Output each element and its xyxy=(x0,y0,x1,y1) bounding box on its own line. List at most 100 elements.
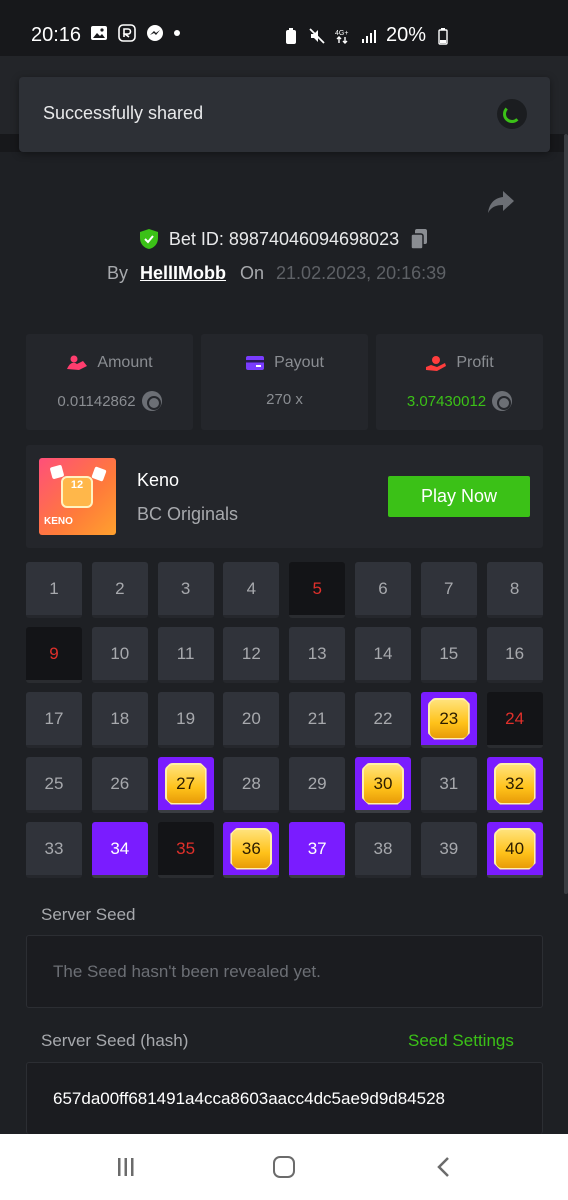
keno-cell: 36 xyxy=(223,822,280,878)
status-right: 4G+ 20% xyxy=(282,24,452,47)
keno-cell: 5 xyxy=(289,562,346,618)
keno-cell: 12 xyxy=(223,627,280,683)
verified-shield-icon xyxy=(139,229,158,249)
keno-number: 28 xyxy=(241,773,261,793)
battery-icon xyxy=(438,27,448,45)
toast-message: Successfully shared xyxy=(43,103,204,123)
recent-apps-icon[interactable] xyxy=(116,1157,136,1177)
more-notifications-dot xyxy=(174,30,180,36)
keno-number: 6 xyxy=(378,578,388,598)
svg-text:4G+: 4G+ xyxy=(335,30,348,37)
keno-cell: 14 xyxy=(354,627,411,683)
keno-cell: 2 xyxy=(91,562,148,618)
keno-cell: 29 xyxy=(289,757,346,813)
profit-stat: Profit 3.07430012 xyxy=(376,334,543,430)
keno-grid: 1 2 3 4 5 6 7 8 9 10 11 12 13 14 15 16 17 18 19 20 21 22 23 24 2… xyxy=(26,562,543,878)
keno-cell: 27 xyxy=(157,757,214,813)
keno-number: 16 xyxy=(505,643,525,663)
game-provider: BC Originals xyxy=(137,504,239,524)
back-icon[interactable] xyxy=(436,1156,450,1178)
gem-icon: 32 xyxy=(493,762,536,805)
keno-number: 8 xyxy=(509,578,520,598)
keno-cell: 24 xyxy=(486,692,543,748)
keno-number: 5 xyxy=(312,578,322,598)
keno-number: 37 xyxy=(307,838,327,858)
keno-thumbnail[interactable]: 12 KENO xyxy=(39,458,116,535)
keno-cell: 17 xyxy=(26,692,82,748)
keno-cell: 28 xyxy=(223,757,280,813)
bet-meta: By HellIMobb On 21.02.2023, 20:16:39 xyxy=(107,263,446,284)
keno-number: 35 xyxy=(176,838,196,858)
server-seed-hash-label: Server Seed (hash) xyxy=(41,1031,189,1050)
keno-cell: 31 xyxy=(420,757,477,813)
keno-number: 19 xyxy=(176,708,196,728)
keno-number: 12 xyxy=(241,643,261,663)
amount-value: 0.01142862 xyxy=(57,392,136,410)
server-seed-hash-value: 657da00ff681491a4cca8603aacc4dc5ae9d9d84… xyxy=(53,1089,446,1108)
keno-cell: 4 xyxy=(223,562,280,618)
amount-stat: Amount 0.01142862 xyxy=(26,334,193,430)
toast-progress xyxy=(497,99,527,129)
username-link[interactable]: HellIMobb xyxy=(140,263,226,284)
keno-number: 24 xyxy=(505,708,525,728)
keno-number: 25 xyxy=(44,773,64,793)
server-seed-hash-box[interactable]: 657da00ff681491a4cca8603aacc4dc5ae9d9d84… xyxy=(26,1062,543,1134)
status-time: 20:16 xyxy=(31,24,82,46)
keno-number: 39 xyxy=(439,838,459,858)
payout-label: Payout xyxy=(274,354,324,371)
app-r-icon xyxy=(118,24,136,42)
keno-cell: 23 xyxy=(420,692,477,748)
dice-icon xyxy=(91,466,107,482)
keno-number: 22 xyxy=(373,708,393,728)
copy-icon[interactable] xyxy=(409,228,429,250)
battery-percent: 20% xyxy=(386,24,427,46)
keno-cell: 30 xyxy=(354,757,411,813)
share-icon[interactable] xyxy=(487,189,515,215)
coin-icon xyxy=(492,391,513,411)
keno-cell: 22 xyxy=(354,692,411,748)
keno-cell: 8 xyxy=(486,562,543,618)
keno-cell: 11 xyxy=(157,627,214,683)
seed-settings-link[interactable]: Seed Settings xyxy=(408,1031,514,1051)
keno-cell: 37 xyxy=(289,822,346,878)
payout-stat: Payout 270 x xyxy=(201,334,368,430)
keno-number: 18 xyxy=(110,708,130,728)
bet-id-row: Bet ID: 89874046094698023 xyxy=(0,228,568,250)
signal-icon xyxy=(362,29,376,43)
keno-number: 15 xyxy=(439,643,459,663)
keno-number: 11 xyxy=(176,643,195,663)
keno-number: 7 xyxy=(444,578,454,598)
by-label: By xyxy=(107,263,129,283)
keno-number: 17 xyxy=(44,708,64,728)
keno-cell: 40 xyxy=(486,822,543,878)
keno-cell: 38 xyxy=(354,822,411,878)
keno-cell: 25 xyxy=(26,757,82,813)
keno-number: 34 xyxy=(110,838,130,858)
game-card: 12 KENO Keno BC Originals Play Now xyxy=(26,445,543,548)
loading-spinner-icon xyxy=(503,105,521,123)
keno-number: 26 xyxy=(110,773,130,793)
home-icon[interactable] xyxy=(273,1156,295,1178)
keno-cell: 20 xyxy=(223,692,280,748)
gem-icon: 40 xyxy=(493,827,536,870)
battery-saver-icon xyxy=(286,27,296,44)
keno-cell: 7 xyxy=(420,562,477,618)
keno-cell: 3 xyxy=(157,562,214,618)
keno-cell: 10 xyxy=(91,627,148,683)
keno-number: 14 xyxy=(373,643,393,663)
keno-cell: 1 xyxy=(26,562,82,618)
keno-cell: 35 xyxy=(157,822,214,878)
keno-cell: 21 xyxy=(289,692,346,748)
keno-cell: 26 xyxy=(91,757,148,813)
payout-value: 270 x xyxy=(266,391,303,408)
keno-number: 31 xyxy=(439,773,459,793)
on-label: On xyxy=(240,263,265,283)
play-now-button[interactable]: Play Now xyxy=(388,476,530,517)
server-seed-label: Server Seed xyxy=(41,905,136,924)
server-seed-value: The Seed hasn't been revealed yet. xyxy=(53,962,321,981)
keno-cell: 34 xyxy=(91,822,148,878)
profit-icon xyxy=(426,356,447,371)
gem-icon: 23 xyxy=(427,697,470,740)
coin-icon xyxy=(141,391,162,411)
keno-number: 1 xyxy=(49,578,59,598)
